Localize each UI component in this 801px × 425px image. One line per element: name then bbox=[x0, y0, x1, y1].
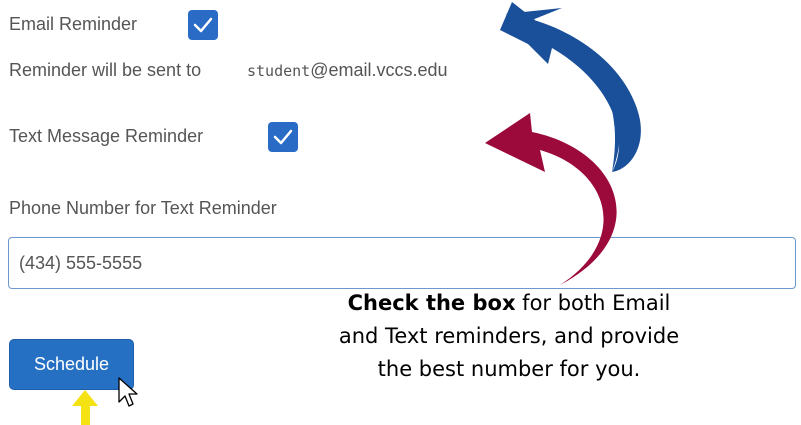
curved-arrow-red bbox=[485, 113, 617, 285]
mouse-cursor-icon bbox=[118, 377, 138, 407]
yellow-up-arrow-icon bbox=[72, 390, 98, 425]
annotation-overlay bbox=[72, 2, 641, 425]
